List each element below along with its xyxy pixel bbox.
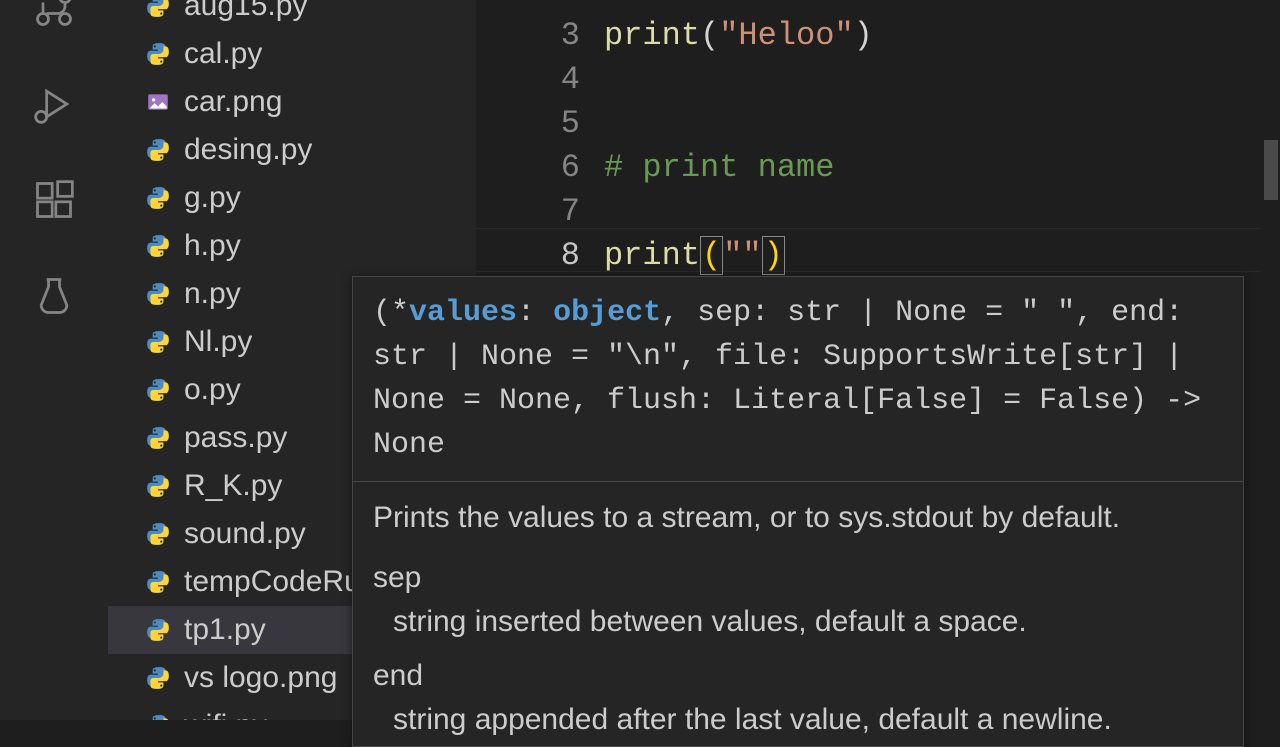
line-number: 3 (476, 14, 580, 58)
file-name-label: n.py (184, 277, 241, 311)
code-token: "Heloo" (719, 17, 853, 54)
signature-doc: Prints the values to a stream, or to sys… (353, 482, 1243, 746)
file-name-label: vs logo.png (184, 661, 337, 695)
line-number: 7 (476, 190, 580, 234)
doc-param-name: end (373, 654, 1223, 698)
file-name-label: R_K.py (184, 469, 282, 503)
python-file-icon (144, 616, 172, 644)
file-name-label: cal.py (184, 37, 262, 71)
line-number: 6 (476, 146, 580, 190)
file-item[interactable]: car.png (108, 78, 476, 126)
file-name-label: o.py (184, 373, 241, 407)
code-comment: # print name (604, 149, 834, 186)
file-name-label: g.py (184, 181, 241, 215)
file-name-label: Nl.py (184, 325, 252, 359)
file-name-label: h.py (184, 229, 241, 263)
file-item[interactable]: cal.py (108, 30, 476, 78)
source-control-icon[interactable] (26, 0, 82, 36)
python-file-icon (144, 280, 172, 308)
file-name-label: pass.py (184, 421, 287, 455)
signature-help-widget: (*values: object, sep: str | None = " ",… (352, 276, 1244, 747)
file-item[interactable]: g.py (108, 174, 476, 222)
signature-text: (*values: object, sep: str | None = " ",… (353, 277, 1243, 482)
file-name-label: sound.py (184, 517, 306, 551)
python-file-icon (144, 520, 172, 548)
image-file-icon (144, 88, 172, 116)
python-file-icon (144, 376, 172, 404)
overview-ruler[interactable] (1260, 0, 1280, 720)
python-file-icon (144, 424, 172, 452)
run-debug-icon[interactable] (26, 76, 82, 132)
scrollbar-thumb[interactable] (1264, 140, 1278, 200)
python-file-icon (144, 136, 172, 164)
file-item[interactable]: h.py (108, 222, 476, 270)
line-number: 8 (476, 234, 580, 278)
doc-param-desc: string inserted between values, default … (373, 600, 1223, 644)
extensions-icon[interactable] (26, 172, 82, 228)
line-number: 5 (476, 102, 580, 146)
doc-summary: Prints the values to a stream, or to sys… (373, 496, 1223, 540)
active-parameter: values (409, 296, 517, 330)
file-item[interactable]: aug15.py (108, 0, 476, 30)
python-file-icon (144, 712, 172, 720)
code-token: print (604, 17, 700, 54)
python-file-icon (144, 328, 172, 356)
python-file-icon (144, 568, 172, 596)
file-item[interactable]: desing.py (108, 126, 476, 174)
file-name-label: car.png (184, 85, 282, 119)
python-file-icon (144, 184, 172, 212)
python-file-icon (144, 0, 172, 20)
python-file-icon (144, 40, 172, 68)
active-parameter-type: object (553, 296, 661, 330)
code-token: print (604, 237, 700, 274)
activity-bar (0, 0, 108, 720)
code-token: "" (723, 237, 761, 274)
python-file-icon (144, 472, 172, 500)
doc-param-name: sep (373, 556, 1223, 600)
file-name-label: tp1.py (184, 613, 266, 647)
python-file-icon (144, 232, 172, 260)
file-name-label: wifi.py (184, 709, 267, 720)
python-file-icon (144, 664, 172, 692)
line-number: 2 (476, 0, 580, 14)
testing-icon[interactable] (26, 268, 82, 324)
line-number: 4 (476, 58, 580, 102)
file-name-label: desing.py (184, 133, 312, 167)
doc-param-desc: string appended after the last value, de… (373, 698, 1223, 742)
file-name-label: aug15.py (184, 0, 307, 23)
